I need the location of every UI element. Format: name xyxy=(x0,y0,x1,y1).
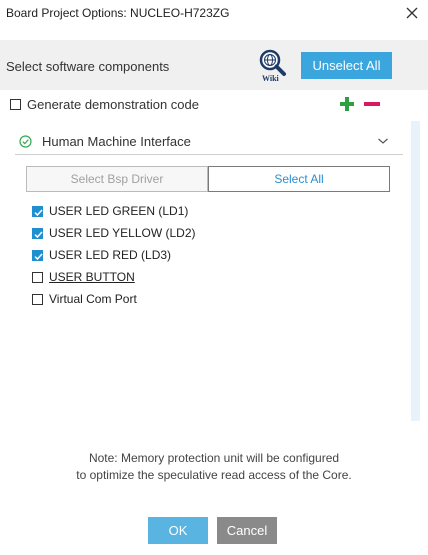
component-label: USER LED RED (LD3) xyxy=(49,248,172,262)
check-circle-icon xyxy=(19,135,32,148)
title-bar: Board Project Options: NUCLEO-H723ZG xyxy=(0,0,428,26)
list-item[interactable]: USER LED RED (LD3) xyxy=(32,244,196,266)
minus-icon[interactable] xyxy=(364,97,380,111)
close-icon[interactable] xyxy=(402,3,422,23)
note-text: Note: Memory protection unit will be con… xyxy=(0,450,428,484)
component-checkbox[interactable] xyxy=(32,293,43,305)
unselect-all-button[interactable]: Unselect All xyxy=(301,52,392,79)
list-item[interactable]: USER BUTTON xyxy=(32,266,196,288)
component-label: Virtual Com Port xyxy=(49,292,137,306)
list-item[interactable]: USER LED GREEN (LD1) xyxy=(32,200,196,222)
section-title: Human Machine Interface xyxy=(42,134,191,149)
plus-icon[interactable] xyxy=(340,97,354,111)
select-all-button[interactable]: Select All xyxy=(208,166,390,192)
window-title: Board Project Options: NUCLEO-H723ZG xyxy=(6,6,230,20)
component-checkbox[interactable] xyxy=(32,205,43,217)
component-checkbox[interactable] xyxy=(32,271,43,283)
component-label: USER LED YELLOW (LD2) xyxy=(49,226,196,240)
generate-demo-option[interactable]: Generate demonstration code xyxy=(10,97,199,112)
select-bsp-driver-button[interactable]: Select Bsp Driver xyxy=(26,166,208,192)
note-line-2: to optimize the speculative read access … xyxy=(76,468,352,482)
ok-button[interactable]: OK xyxy=(148,517,208,544)
select-components-label: Select software components xyxy=(6,59,170,74)
driver-buttons: Select Bsp Driver Select All xyxy=(26,166,390,192)
component-label: USER BUTTON xyxy=(49,270,135,284)
component-label: USER LED GREEN (LD1) xyxy=(49,204,189,218)
note-line-1: Note: Memory protection unit will be con… xyxy=(88,451,340,465)
cancel-button[interactable]: Cancel xyxy=(217,517,277,544)
list-item[interactable]: USER LED YELLOW (LD2) xyxy=(32,222,196,244)
scrollbar[interactable] xyxy=(411,121,420,421)
component-list: USER LED GREEN (LD1) USER LED YELLOW (LD… xyxy=(32,200,196,310)
wiki-search-icon[interactable]: Wiki xyxy=(258,48,288,83)
wiki-text: Wiki xyxy=(262,74,280,82)
list-item[interactable]: Virtual Com Port xyxy=(32,288,196,310)
chevron-down-icon[interactable] xyxy=(377,134,389,146)
component-checkbox[interactable] xyxy=(32,227,43,239)
generate-demo-label: Generate demonstration code xyxy=(27,97,199,112)
component-checkbox[interactable] xyxy=(32,249,43,261)
section-header-hmi[interactable]: Human Machine Interface xyxy=(15,128,403,155)
generate-demo-checkbox[interactable] xyxy=(10,99,21,110)
